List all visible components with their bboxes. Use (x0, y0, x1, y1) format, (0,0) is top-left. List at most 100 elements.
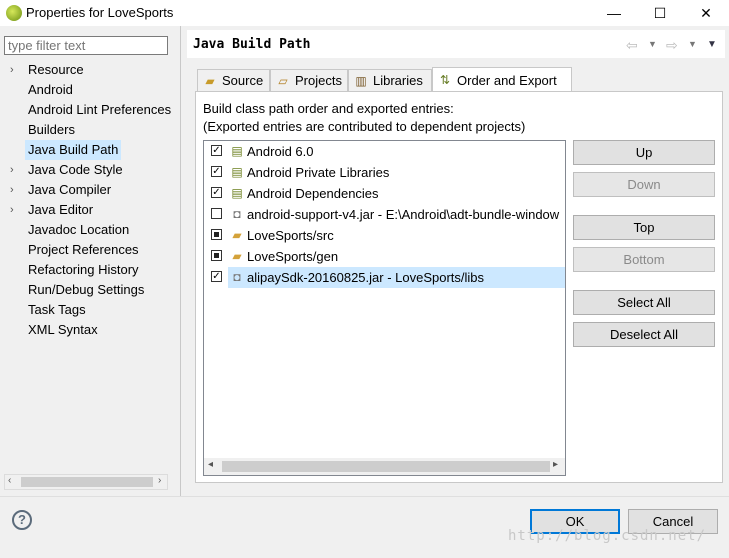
list-item[interactable]: ✓ ◘ alipaySdk-20160825.jar - LoveSports/li… (204, 267, 565, 288)
tree-item[interactable]: › Java Compiler (0, 180, 178, 200)
top-button[interactable]: Top (573, 215, 715, 240)
tree-item-label: Java Build Path (25, 140, 122, 160)
entry-checkbox[interactable] (211, 250, 222, 261)
tree-item-label: Builders (28, 122, 75, 137)
back-arrow-icon[interactable]: ⇦ (626, 37, 638, 54)
forward-arrow-icon[interactable]: ⇨ (666, 37, 678, 54)
list-scrollbar-thumb[interactable] (222, 461, 550, 472)
tab-order-and-export[interactable]: ⇅ Order and Export (432, 67, 572, 92)
projects-icon: ▱ (278, 73, 288, 88)
tab-label: Libraries (373, 73, 423, 88)
source-folder-icon: ▰ (232, 249, 242, 263)
help-icon[interactable]: ? (12, 510, 32, 530)
tree-item[interactable]: › Resource (0, 60, 178, 80)
up-button[interactable]: Up (573, 140, 715, 165)
tree-item[interactable]: Builders (0, 120, 178, 140)
expand-chevron-icon[interactable]: › (10, 200, 14, 220)
scroll-right-icon[interactable]: ▸ (553, 459, 558, 470)
tree-item[interactable]: Java Build Path (0, 140, 178, 160)
tree-item-label: Java Compiler (28, 182, 112, 197)
libraries-icon: ▥ (355, 73, 367, 88)
library-icon: ▤ (231, 186, 243, 200)
entry-label: Android 6.0 (247, 144, 314, 159)
tab-libraries[interactable]: ▥ Libraries (348, 69, 432, 91)
tab-label: Source (222, 73, 264, 88)
jar-icon: ◘ (233, 270, 241, 284)
tree-item-label: Project References (28, 242, 139, 257)
tab-label: Order and Export (457, 72, 557, 88)
tab-source[interactable]: ▰ Source (197, 69, 270, 91)
expand-chevron-icon[interactable]: › (10, 160, 14, 180)
build-path-entries-list[interactable]: ✓ ▤ Android 6.0 ✓ ▤ Android Private Libraries… (203, 140, 566, 476)
entry-checkbox[interactable]: ✓ (211, 271, 222, 282)
tree-item[interactable]: Refactoring History (0, 260, 178, 280)
entry-label: LoveSports/src (247, 228, 334, 243)
tree-item-label: Refactoring History (28, 262, 139, 277)
list-item[interactable]: ◘ android-support-v4.jar - E:\Android\adt… (204, 204, 565, 225)
scroll-right-icon[interactable]: › (158, 475, 161, 486)
list-item[interactable]: ✓ ▤ Android Dependencies (204, 183, 565, 204)
back-menu-chevron-icon[interactable]: ▼ (648, 39, 657, 49)
order-export-icon: ⇅ (439, 73, 451, 87)
tree-item-label: Android (28, 82, 73, 97)
entry-label: Android Private Libraries (247, 165, 390, 180)
tree-item[interactable]: Android Lint Preferences (0, 100, 178, 120)
folder-icon: ▰ (205, 73, 215, 88)
view-menu-icon[interactable]: ▼ (707, 39, 717, 50)
jar-icon: ◘ (233, 207, 241, 221)
tree-item-label: Run/Debug Settings (28, 282, 145, 297)
list-item[interactable]: ▰ LoveSports/gen (204, 246, 565, 267)
close-button[interactable]: ✕ (683, 0, 729, 26)
list-item[interactable]: ✓ ▤ Android Private Libraries (204, 162, 565, 183)
window-title: Properties for LoveSports (26, 5, 174, 20)
tree-horizontal-scrollbar[interactable]: ‹ › (4, 474, 168, 490)
entry-checkbox[interactable]: ✓ (211, 187, 222, 198)
tree-item[interactable]: Android (0, 80, 178, 100)
filter-input[interactable] (4, 36, 168, 55)
description-line-1: Build class path order and exported entr… (203, 101, 454, 116)
tree-item-label: XML Syntax (28, 322, 98, 337)
tree-item[interactable]: › Java Editor (0, 200, 178, 220)
library-icon: ▤ (231, 165, 243, 179)
maximize-button[interactable]: ☐ (637, 0, 683, 26)
watermark: http://blog.csdn.net/ (508, 528, 707, 544)
tab-label: Projects (295, 73, 342, 88)
list-item[interactable]: ▰ LoveSports/src (204, 225, 565, 246)
entry-label: android-support-v4.jar - E:\Android\adt-… (247, 207, 560, 222)
scrollbar-thumb[interactable] (21, 477, 153, 487)
entry-label: LoveSports/gen (247, 249, 339, 264)
entry-checkbox[interactable] (211, 208, 222, 219)
tree-item[interactable]: Javadoc Location (0, 220, 178, 240)
library-icon: ▤ (231, 144, 243, 158)
down-button[interactable]: Down (573, 172, 715, 197)
tree-item-label: Task Tags (28, 302, 86, 317)
entry-checkbox[interactable]: ✓ (211, 145, 222, 156)
tree-item[interactable]: Project References (0, 240, 178, 260)
page-title: Java Build Path (193, 37, 311, 52)
expand-chevron-icon[interactable]: › (10, 60, 14, 80)
select-all-button[interactable]: Select All (573, 290, 715, 315)
list-item[interactable]: ✓ ▤ Android 6.0 (204, 141, 565, 162)
tree-item-label: Resource (28, 62, 84, 77)
description-line-2: (Exported entries are contributed to dep… (203, 119, 526, 134)
tree-item[interactable]: Run/Debug Settings (0, 280, 178, 300)
tree-item[interactable]: Task Tags (0, 300, 178, 320)
eclipse-app-icon (6, 5, 22, 21)
forward-menu-chevron-icon[interactable]: ▼ (688, 39, 697, 49)
entry-checkbox[interactable]: ✓ (211, 166, 222, 177)
entry-checkbox[interactable] (211, 229, 222, 240)
minimize-button[interactable]: — (591, 0, 637, 26)
scroll-left-icon[interactable]: ‹ (8, 475, 11, 486)
tree-item-label: Android Lint Preferences (28, 102, 172, 117)
deselect-all-button[interactable]: Deselect All (573, 322, 715, 347)
tree-item-label: Java Editor (28, 202, 94, 217)
title-bar: Properties for LoveSports — ☐ ✕ (0, 0, 729, 26)
scroll-left-icon[interactable]: ◂ (208, 459, 213, 470)
tree-item[interactable]: › Java Code Style (0, 160, 178, 180)
expand-chevron-icon[interactable]: › (10, 180, 14, 200)
tree-item-label: Java Code Style (28, 162, 123, 177)
tree-item-label: Javadoc Location (28, 222, 130, 237)
tab-projects[interactable]: ▱ Projects (270, 69, 348, 91)
tree-item[interactable]: XML Syntax (0, 320, 178, 340)
bottom-button[interactable]: Bottom (573, 247, 715, 272)
